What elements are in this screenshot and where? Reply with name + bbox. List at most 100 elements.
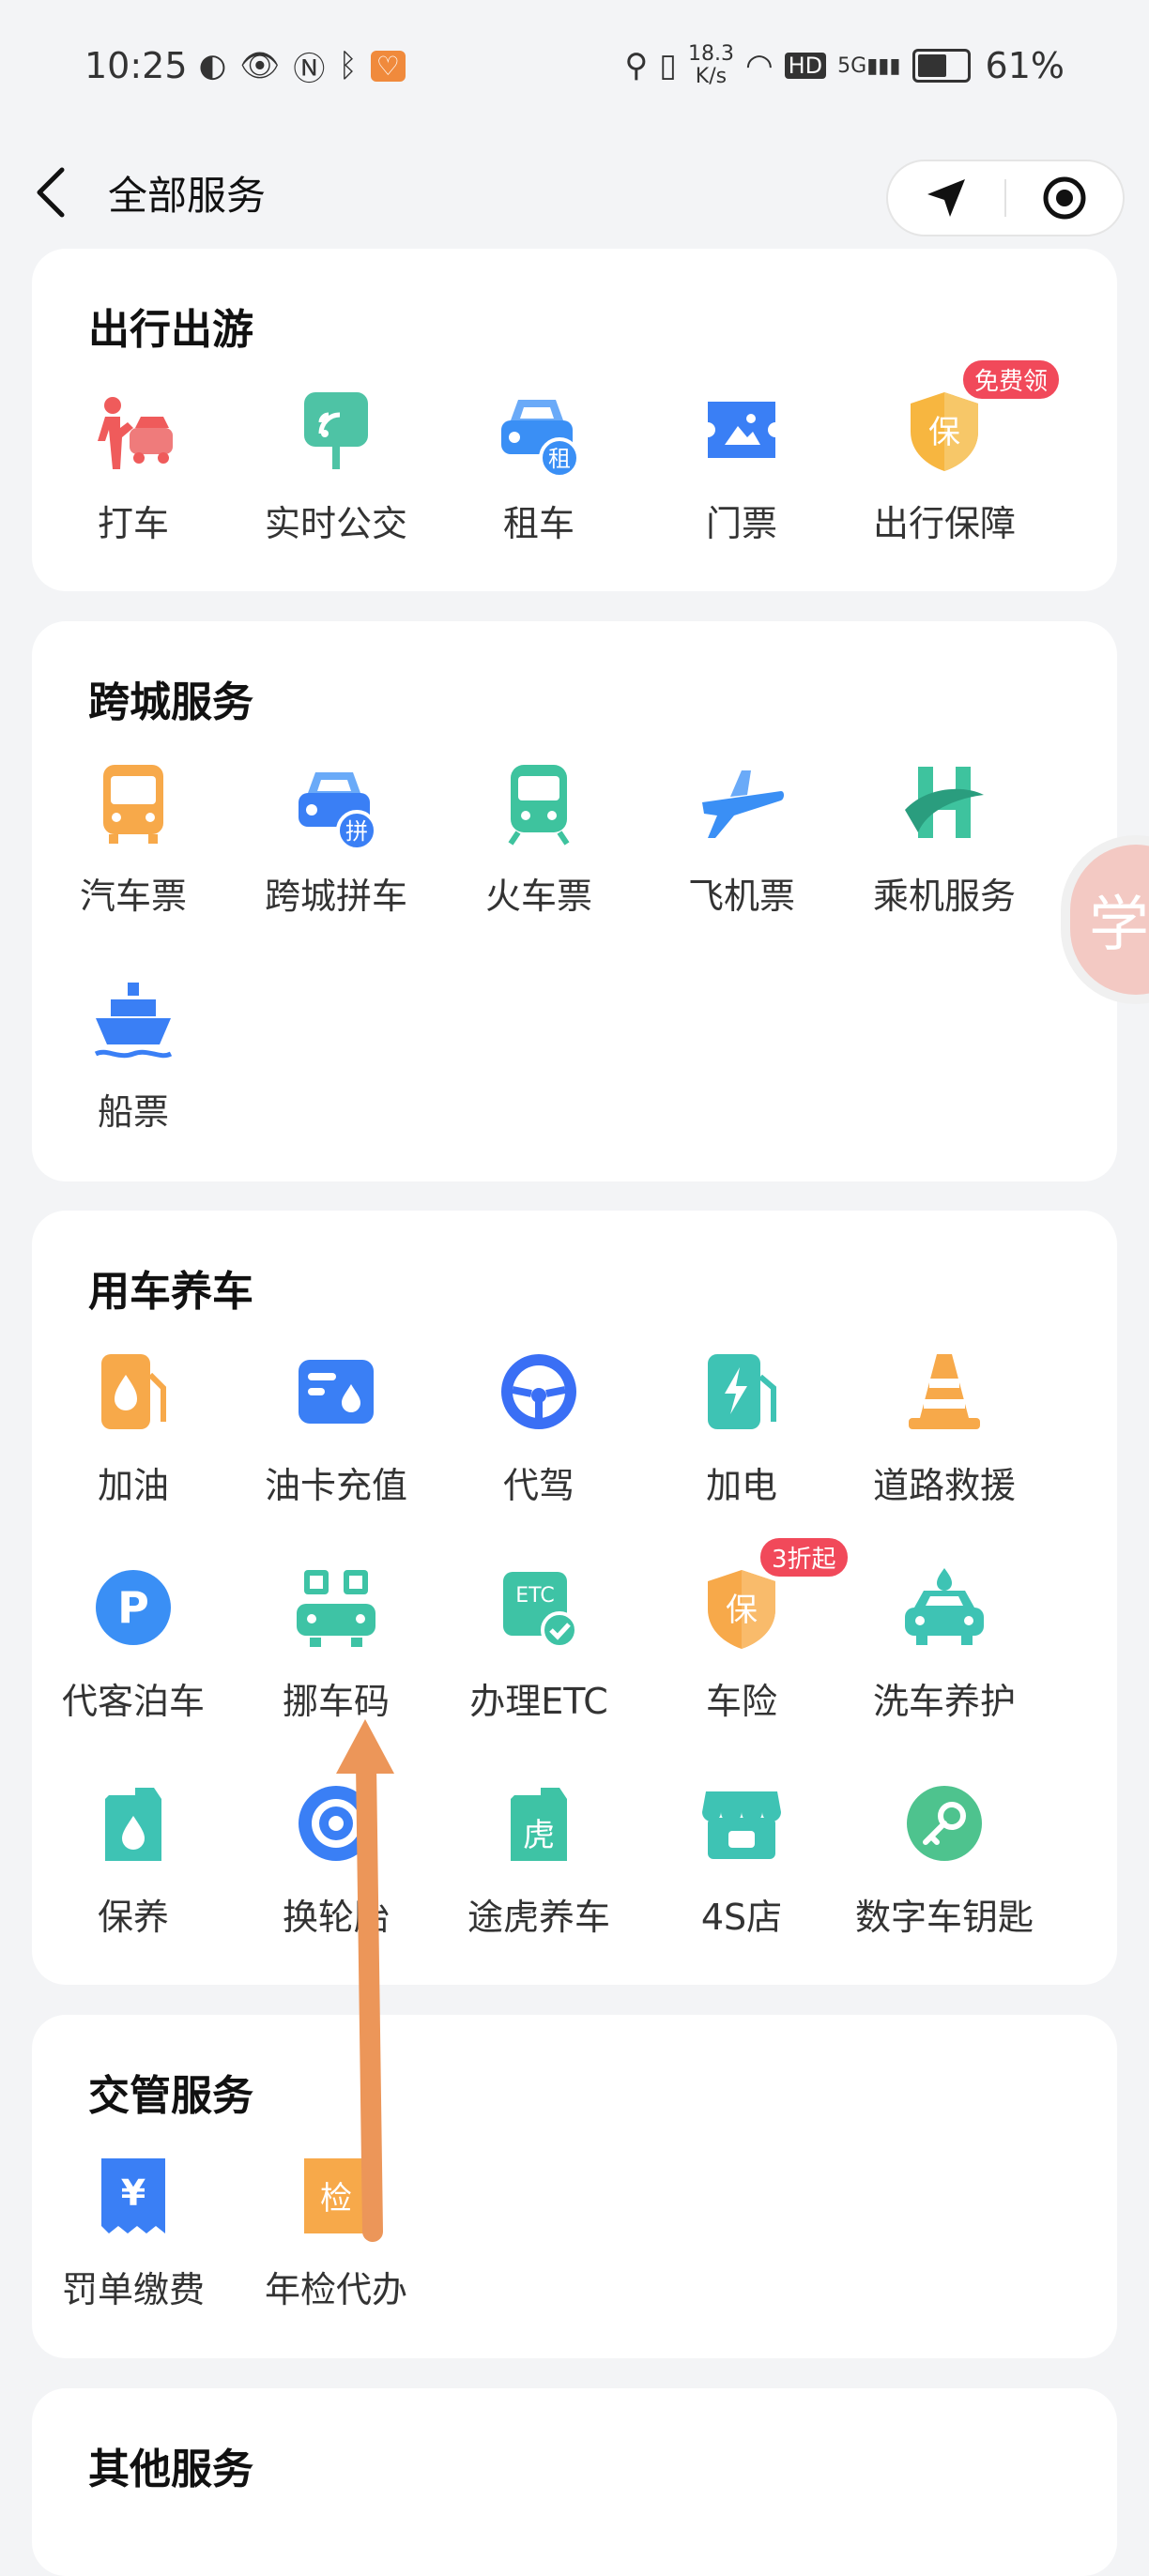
- bus-icon: [88, 757, 178, 847]
- service-label: 加油: [97, 1465, 169, 1506]
- service-grid: 打车 实时公交租租车 门票保免费领 出行保障: [32, 360, 1117, 601]
- svg-text:保: 保: [726, 1592, 758, 1629]
- service-item[interactable]: 虎途虎养车: [437, 1778, 640, 1994]
- service-item[interactable]: 拼跨城拼车: [235, 757, 437, 973]
- service-label: 4S店: [700, 1897, 783, 1938]
- svg-text:拼: 拼: [345, 818, 368, 845]
- service-item[interactable]: 检年检代办: [235, 2151, 437, 2367]
- service-item[interactable]: 实时公交: [235, 385, 437, 601]
- service-item[interactable]: 打车: [32, 385, 235, 601]
- oil-can-icon: [88, 1778, 178, 1868]
- carpool-icon: 拼: [291, 757, 381, 847]
- service-item[interactable]: 门票: [640, 385, 843, 601]
- app-notification-icon: ◐: [198, 47, 227, 84]
- qr-code-car-icon: [291, 1562, 381, 1653]
- section-intercity: 跨城服务 汽车票拼跨城拼车 火车票 飞机票 乘机服务 船票: [32, 621, 1117, 1181]
- service-item[interactable]: 代驾: [437, 1347, 640, 1562]
- service-item[interactable]: 飞机票: [640, 757, 843, 973]
- location-button[interactable]: [888, 161, 1004, 235]
- service-item[interactable]: 挪车码: [235, 1562, 437, 1778]
- service-item[interactable]: 数字车钥匙: [843, 1778, 1046, 1994]
- steering-wheel-icon: [494, 1347, 584, 1437]
- service-grid: ¥ 罚单缴费检年检代办: [32, 2151, 1117, 2367]
- svg-text:¥: ¥: [121, 2172, 146, 2214]
- vibrate-icon: ▯: [659, 47, 677, 84]
- service-item[interactable]: 洗车养护: [843, 1562, 1046, 1778]
- service-item[interactable]: 汽车票: [32, 757, 235, 973]
- bluetooth-icon: ᛒ: [338, 47, 358, 84]
- service-item[interactable]: 保免费领 出行保障: [843, 360, 1060, 601]
- service-item[interactable]: 道路救援: [843, 1347, 1046, 1562]
- chevron-left-icon: [37, 167, 65, 218]
- fine-receipt-icon: ¥: [88, 2151, 178, 2241]
- service-item[interactable]: ETC 办理ETC: [437, 1562, 640, 1778]
- service-item[interactable]: ¥ 罚单缴费: [32, 2151, 235, 2367]
- service-label: 打车: [97, 503, 169, 544]
- close-mini-program-button[interactable]: [1006, 161, 1123, 235]
- section-title: 用车养车: [88, 1268, 253, 1316]
- location-icon: ⚲: [624, 47, 649, 84]
- battery-icon: [912, 49, 971, 83]
- section-car-care: 用车养车 加油 油卡充值 代驾 加电 道路救援 P 代客泊车 挪车码 ETC 办理ETC 保 3折起车…: [32, 1211, 1117, 1985]
- shop-icon: [697, 1778, 787, 1868]
- service-item[interactable]: P 代客泊车: [32, 1562, 235, 1778]
- service-label: 火车票: [484, 876, 592, 917]
- service-item[interactable]: 保养: [32, 1778, 235, 1994]
- service-item[interactable]: 4S店: [640, 1778, 843, 1994]
- status-bar: 10:25 ◐ 👁 Ⓝ ᛒ ♡ ⚲ ▯ 18.3 K/s ◠ HD 5G▮▮▮ …: [0, 0, 1149, 131]
- ticket-icon: [697, 385, 787, 475]
- service-label: 出行保障: [872, 503, 1016, 544]
- svg-text:检: 检: [320, 2180, 352, 2218]
- mini-program-capsule: [886, 160, 1125, 236]
- service-item[interactable]: 保 3折起 车险: [640, 1538, 848, 1778]
- service-label: 实时公交: [264, 503, 407, 544]
- service-label: 保养: [97, 1897, 169, 1938]
- section-traffic: 交管服务 ¥ 罚单缴费 检年检代办: [32, 2015, 1117, 2358]
- fuel-card-icon: [291, 1347, 381, 1437]
- service-label: 办理ETC: [469, 1681, 608, 1722]
- status-left: 10:25 ◐ 👁 Ⓝ ᛒ ♡: [84, 43, 406, 89]
- service-label: 换轮胎: [282, 1897, 390, 1938]
- signal-icon: 5G▮▮▮: [837, 53, 901, 78]
- service-item[interactable]: 火车票: [437, 757, 640, 973]
- ev-charger-icon: [697, 1347, 787, 1437]
- insurance-shield-icon: 保 3折起: [697, 1538, 848, 1653]
- back-button[interactable]: [34, 160, 90, 225]
- service-grid: 加油 油卡充值代驾 加电 道路救援 P 代客泊车 挪车码 ETC 办理ETC 保 3折起 车险 洗车养护…: [32, 1347, 1117, 1994]
- service-label: 代客泊车: [61, 1681, 205, 1722]
- service-item[interactable]: 加油: [32, 1347, 235, 1562]
- car-wash-icon: [899, 1562, 989, 1653]
- section-title: 出行出游: [88, 306, 253, 354]
- status-time: 10:25: [84, 45, 188, 86]
- service-label: 挪车码: [282, 1681, 390, 1722]
- target-circle-icon: [1043, 176, 1086, 220]
- service-label: 代驾: [502, 1465, 574, 1506]
- service-item[interactable]: 油卡充值: [235, 1347, 437, 1562]
- service-item[interactable]: 船票: [32, 973, 235, 1189]
- service-item[interactable]: 加电: [640, 1347, 843, 1562]
- network-speed: 18.3 K/s: [687, 42, 734, 88]
- app-shield-icon: ♡: [370, 50, 406, 82]
- service-item[interactable]: 乘机服务: [843, 757, 1046, 973]
- tuhu-icon: 虎: [494, 1778, 584, 1868]
- service-item[interactable]: 租租车: [437, 385, 640, 601]
- nfc-icon: Ⓝ: [293, 50, 326, 88]
- navigation-arrow-icon: [927, 179, 965, 217]
- service-label: 罚单缴费: [61, 2269, 205, 2310]
- eye-icon: 👁: [239, 47, 281, 84]
- ship-icon: [88, 973, 178, 1063]
- section-title: 交管服务: [88, 2072, 253, 2120]
- service-label: 年检代办: [264, 2269, 407, 2310]
- service-label: 船票: [97, 1091, 169, 1133]
- wifi-icon: ◠: [744, 47, 774, 84]
- promo-badge: 3折起: [760, 1538, 848, 1577]
- service-label: 数字车钥匙: [854, 1897, 1034, 1938]
- service-label: 飞机票: [687, 876, 795, 917]
- taxi-hail-icon: [88, 385, 178, 475]
- parking-icon: P: [88, 1562, 178, 1653]
- section-travel: 出行出游 打车 实时公交 租租车 门票 保免费领 出行保障: [32, 249, 1117, 591]
- nav-bar: 全部服务: [0, 131, 1149, 253]
- service-item[interactable]: 换轮胎: [235, 1778, 437, 1994]
- inspection-icon: 检: [291, 2151, 381, 2241]
- status-right: ⚲ ▯ 18.3 K/s ◠ HD 5G▮▮▮ 61%: [624, 43, 1065, 88]
